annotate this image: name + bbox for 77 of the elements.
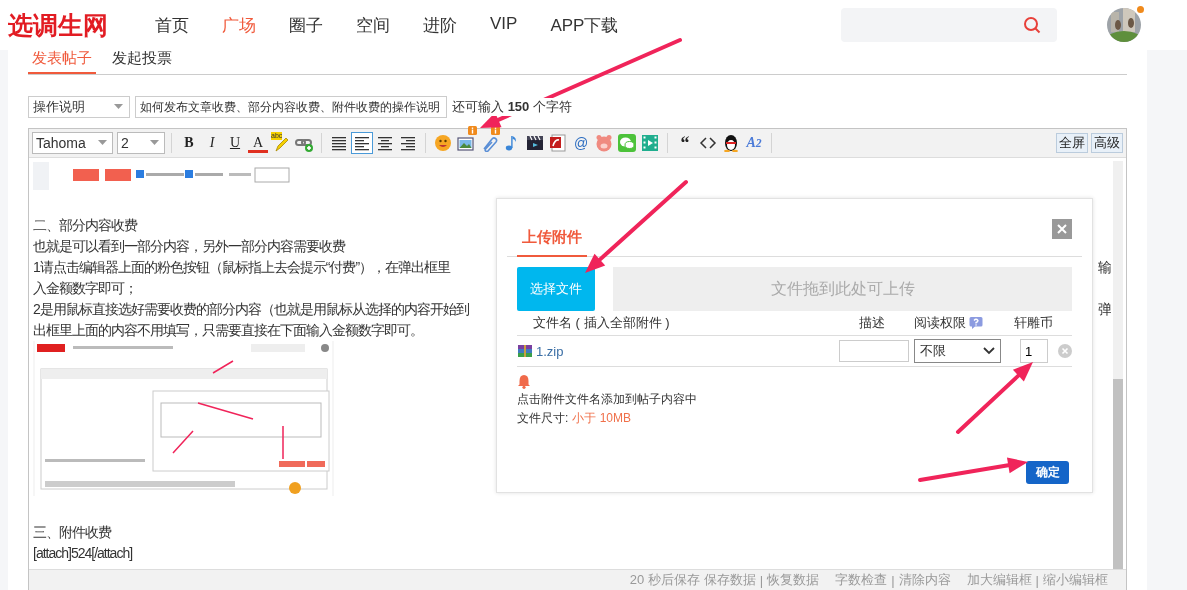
paragraph-text: 也就是可以看到一部分内容，另外一部分内容需要收费	[33, 237, 345, 256]
character-counter-text: 还可输入 150 个字符	[452, 98, 572, 116]
coins-field[interactable]: 1	[1020, 339, 1048, 363]
align-lines-icon	[353, 134, 371, 152]
align-button[interactable]	[351, 132, 373, 154]
chevron-icon	[983, 347, 995, 355]
scrollbar-thumb[interactable]	[1113, 379, 1123, 569]
remove-icon	[1058, 344, 1072, 358]
paragraph-text: 二、部分内容收费	[33, 216, 137, 235]
separator-text: |	[1035, 572, 1039, 588]
nav-link[interactable]: APP下载	[550, 13, 619, 37]
site-logo[interactable]: 选调生网	[8, 8, 128, 42]
archive-icon	[517, 343, 533, 359]
wechat-button[interactable]	[616, 132, 638, 154]
paragraph-text: 出框里上面的内容不用填写，只需要直接在下面输入金额数字即可。	[33, 321, 423, 340]
underline-button[interactable]: U	[224, 132, 246, 154]
nav-link[interactable]: VIP	[490, 13, 518, 37]
paragraph-text: 三、附件收费	[33, 523, 111, 542]
file-link[interactable]: 1.zip	[536, 343, 564, 359]
chat-bubbles-icon	[618, 134, 636, 152]
film-icon	[641, 134, 659, 152]
search-icon	[1023, 16, 1041, 34]
description-field[interactable]	[839, 340, 909, 362]
penguin-icon	[722, 134, 740, 152]
quote-button[interactable]: “	[674, 132, 696, 154]
separator-text: |	[891, 572, 895, 588]
nav-link[interactable]: 首页	[155, 13, 189, 37]
file-size-limit: 小于 10MB	[572, 410, 632, 427]
close-icon	[1057, 224, 1067, 234]
nav-link[interactable]: 圈子	[289, 13, 323, 37]
paragraph-text: 入金额数字即可；	[33, 279, 137, 298]
bold-button[interactable]: B	[178, 132, 200, 154]
bell-icon	[517, 374, 531, 389]
nav-link[interactable]: 进阶	[423, 13, 457, 37]
permission-select[interactable]: 不限	[914, 339, 1001, 363]
align-lines-icon	[330, 134, 348, 152]
media-button[interactable]	[639, 132, 661, 154]
caret-icon	[114, 104, 123, 110]
italic-button[interactable]: I	[201, 132, 223, 154]
paragraph-text: 2是用鼠标直接选好需要收费的部分内容（也就是用鼠标从选择的内容开始到	[33, 300, 469, 319]
category-select[interactable]: 操作说明	[28, 96, 130, 118]
hint-text: 点击附件文件名添加到帖子内容中	[517, 391, 697, 408]
font-size-select[interactable]: 2	[117, 132, 165, 154]
toolbar-button[interactable]: 全屏	[1056, 133, 1088, 153]
column-header: 阅读权限	[914, 314, 966, 332]
paragraph-text: [attach]524[/attach]	[33, 544, 133, 563]
caret-icon	[150, 140, 159, 146]
search-field[interactable]	[841, 8, 1057, 42]
tab[interactable]: 发起投票	[108, 50, 176, 72]
font-select[interactable]: Tahoma	[32, 132, 113, 154]
paperclip-icon	[480, 134, 498, 152]
align-lines-icon	[399, 134, 417, 152]
confirm-button[interactable]: 确定	[1026, 461, 1069, 484]
caret-icon	[98, 140, 107, 146]
emoji-button[interactable]	[432, 132, 454, 154]
paragraph-text: 弹	[1098, 300, 1111, 319]
paragraph-text: 输	[1098, 258, 1111, 277]
image-icon	[457, 134, 475, 152]
column-header: 文件名 ( 插入全部附件 )	[533, 314, 670, 332]
document-icon	[549, 134, 567, 152]
clapperboard-icon	[526, 134, 544, 152]
flash-button[interactable]	[547, 132, 569, 154]
smiley-icon	[434, 134, 452, 152]
align-lines-icon	[376, 134, 394, 152]
paragraph-text: 1请点击编辑器上面的粉色按钮（鼠标指上去会提示“付费”），在弹出框里	[33, 258, 451, 277]
title-field[interactable]: 如何发布文章收费、部分内容收费、附件收费的操作说明	[135, 96, 447, 118]
pig-icon	[595, 134, 613, 152]
column-header: 描述	[859, 314, 885, 332]
separator-text: |	[759, 572, 764, 588]
file-size-label: 文件尺寸:	[517, 410, 569, 427]
toolbar-button[interactable]: 高级	[1091, 133, 1123, 153]
nav-link[interactable]: 空间	[356, 13, 390, 37]
autosave-text: 20 秒后保存	[629, 571, 700, 589]
close-button[interactable]	[1052, 219, 1072, 239]
column-header: 轩雕币	[1014, 314, 1053, 332]
mention-button[interactable]: @	[570, 132, 592, 154]
font-color-button[interactable]: A	[247, 132, 269, 154]
